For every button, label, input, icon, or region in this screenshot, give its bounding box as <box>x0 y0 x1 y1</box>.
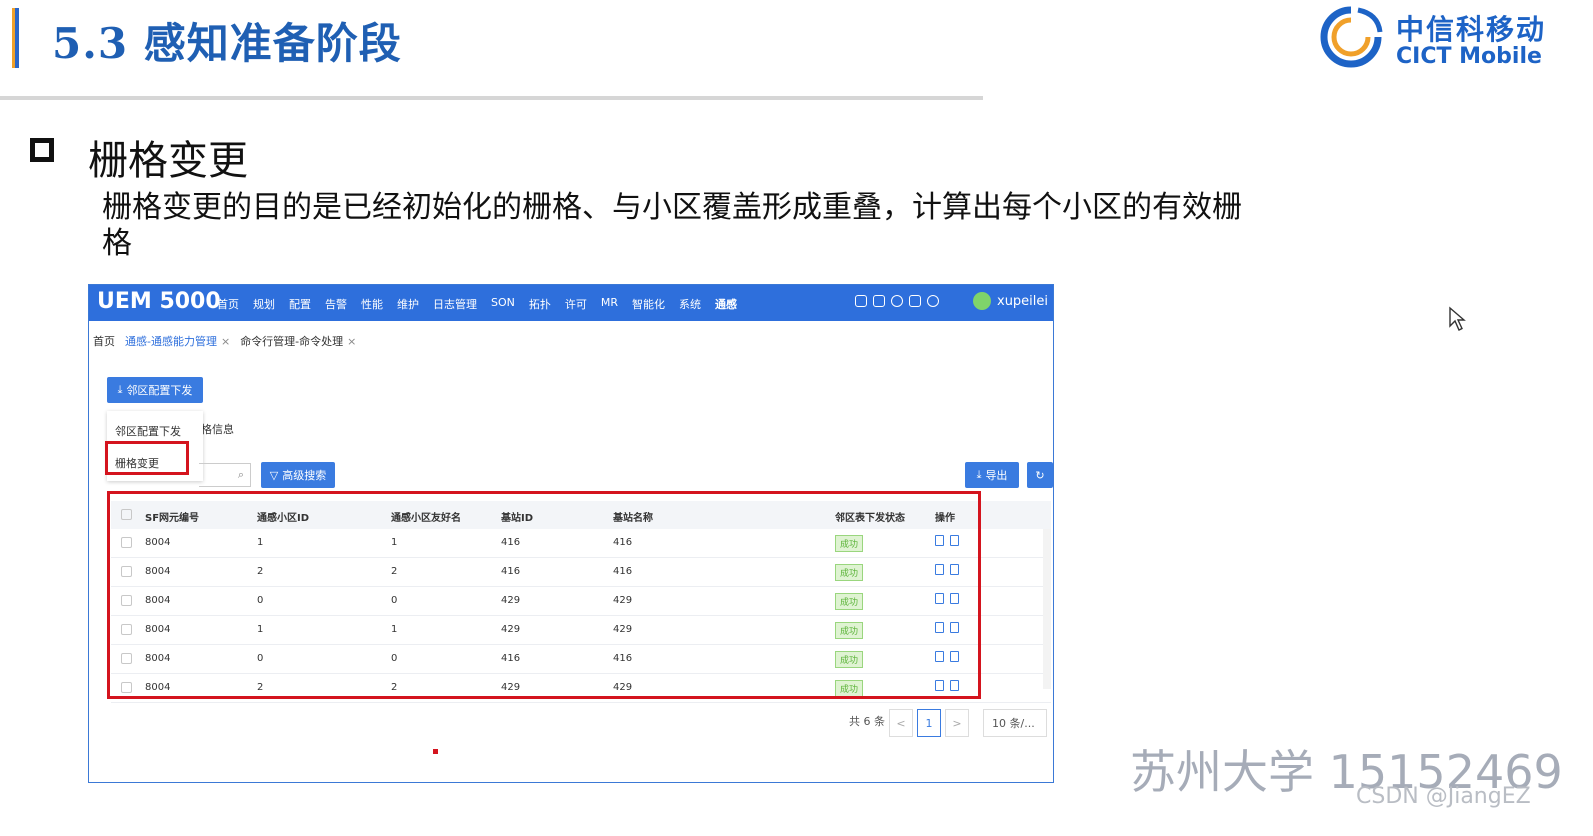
square-bullet-icon <box>30 138 54 162</box>
nav-item[interactable]: 日志管理 <box>433 296 477 312</box>
company-logo: 中信科移动 CICT Mobile <box>1318 4 1558 74</box>
nav-item[interactable]: 首页 <box>217 296 239 312</box>
document-icon[interactable] <box>909 295 921 307</box>
tab-home[interactable]: 首页 <box>93 333 115 349</box>
tab-sensing-capability[interactable]: 通感-通感能力管理 × <box>125 333 230 349</box>
grid-info-tab[interactable]: 格信息 <box>201 421 234 437</box>
mail-icon[interactable] <box>855 295 867 307</box>
app-brand: UEM 5000 <box>97 289 221 314</box>
top-icons <box>855 295 939 307</box>
nav-item[interactable]: 系统 <box>679 296 701 312</box>
pager-total: 共 6 条 <box>849 715 885 728</box>
close-icon[interactable]: × <box>347 335 356 348</box>
mouse-cursor-icon <box>1449 306 1466 331</box>
page-tabs: 首页 通感-通感能力管理 × 命令行管理-命令处理 × <box>93 333 356 349</box>
nav-item[interactable]: 维护 <box>397 296 419 312</box>
table-scrollbar[interactable] <box>1043 529 1051 689</box>
download-icon[interactable] <box>891 295 903 307</box>
menu-item-neighbor-config[interactable]: 邻区配置下发 <box>115 423 181 439</box>
search-input[interactable]: ⌕ <box>199 463 251 487</box>
nav-item[interactable]: MR <box>601 296 618 312</box>
close-icon[interactable]: × <box>221 335 230 348</box>
section-description: 栅格变更的目的是已经初始化的栅格、与小区覆盖形成重叠，计算出每个小区的有效栅格 <box>102 190 1242 261</box>
filter-icon: ▽ <box>269 468 279 482</box>
nav-item[interactable]: 规划 <box>253 296 275 312</box>
download-icon: ⤓ <box>976 468 982 481</box>
uem-app-window: UEM 5000 首页 规划 配置 告警 性能 维护 日志管理 SON 拓扑 许可 MR 智能化 系统通… <box>88 284 1054 783</box>
refresh-icon: ↻ <box>1035 468 1045 482</box>
nav-item[interactable]: 许可 <box>565 296 587 312</box>
dispatch-dropdown-menu: 邻区配置下发 栅格变更 <box>105 411 203 481</box>
search-icon: ⌕ <box>237 468 244 481</box>
cict-logo-icon <box>1320 6 1383 68</box>
refresh-button[interactable]: ↻ <box>1027 462 1053 488</box>
pager-current-page[interactable]: 1 <box>917 709 941 737</box>
help-icon[interactable] <box>927 295 939 307</box>
pager-prev-button[interactable]: < <box>889 709 913 737</box>
main-nav: 首页 规划 配置 告警 性能 维护 日志管理 SON 拓扑 许可 MR 智能化 系统 通感 <box>217 296 751 312</box>
tab-command-processing[interactable]: 命令行管理-命令处理 × <box>240 333 356 349</box>
export-button[interactable]: ⤓ 导出 <box>965 462 1019 488</box>
watermark-csdn: CSDN @JiangEZ <box>1356 784 1531 809</box>
app-top-bar: UEM 5000 首页 规划 配置 告警 性能 维护 日志管理 SON 拓扑 许可 MR 智能化 系统通… <box>89 285 1053 321</box>
section-heading: 栅格变更 <box>88 138 248 184</box>
avatar <box>973 292 991 310</box>
user-menu[interactable]: xupeilei ∨ <box>973 292 1053 310</box>
nav-item[interactable]: 智能化 <box>632 296 665 312</box>
nav-item[interactable]: 通感 <box>715 296 737 312</box>
bell-icon[interactable] <box>873 295 885 307</box>
nav-item[interactable]: 配置 <box>289 296 311 312</box>
nav-item[interactable]: SON <box>491 296 515 312</box>
slide-title: 5.3 感知准备阶段 <box>52 19 402 68</box>
neighbor-config-dispatch-button[interactable]: ⤓ 邻区配置下发 <box>107 377 203 403</box>
highlight-box-grid-change <box>105 441 189 475</box>
highlight-box-table <box>107 491 981 699</box>
logo-chinese-text: 中信科移动 <box>1396 13 1547 46</box>
title-divider <box>0 96 983 100</box>
title-accent-bar <box>12 8 19 68</box>
logo-english-text: CICT Mobile <box>1396 44 1542 69</box>
download-icon: ⤓ <box>117 383 123 396</box>
nav-item[interactable]: 拓扑 <box>529 296 551 312</box>
advanced-search-button[interactable]: ▽ 高级搜索 <box>261 462 335 488</box>
red-marker <box>433 749 438 754</box>
nav-item[interactable]: 性能 <box>361 296 383 312</box>
user-name: xupeilei <box>997 293 1049 309</box>
pager-next-button[interactable]: > <box>945 709 969 737</box>
page-size-select[interactable]: 10 条/... <box>983 709 1047 737</box>
nav-item[interactable]: 告警 <box>325 296 347 312</box>
